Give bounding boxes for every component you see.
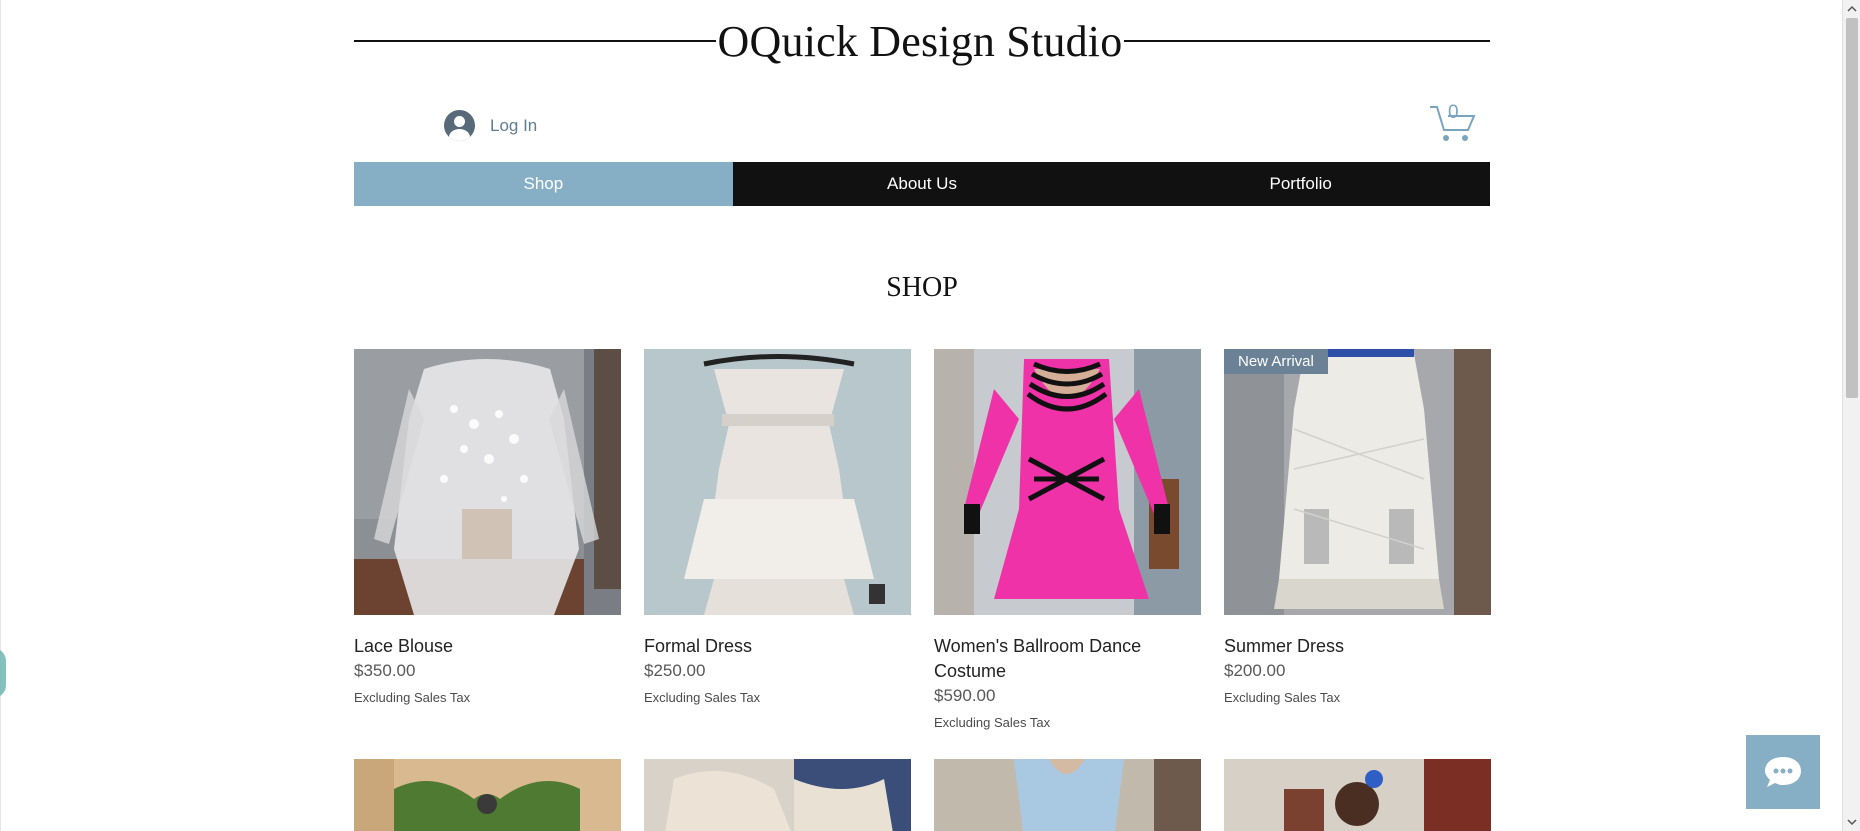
page-scrollbar[interactable] xyxy=(1842,0,1860,831)
product-card[interactable] xyxy=(354,759,621,831)
main-nav: Shop About Us Portfolio xyxy=(354,162,1490,206)
shop-heading: SHOP xyxy=(886,272,958,303)
user-avatar-icon xyxy=(444,110,475,141)
site-title[interactable]: OQuick Design Studio xyxy=(716,16,1124,67)
product-tax-note: Excluding Sales Tax xyxy=(1224,690,1341,705)
product-card[interactable] xyxy=(644,759,911,831)
left-edge-border xyxy=(0,0,1,831)
product-card[interactable]: Women's Ballroom Dance Costume $590.00 E… xyxy=(934,349,1201,730)
nav-item-about-us[interactable]: About Us xyxy=(733,162,1112,206)
product-price: $250.00 xyxy=(644,661,706,680)
title-rule-left xyxy=(354,40,716,42)
title-rule-right xyxy=(1124,40,1490,42)
product-name[interactable]: Women's Ballroom Dance Costume xyxy=(934,634,1201,684)
site-header: OQuick Design Studio xyxy=(354,16,1490,78)
chat-bubble-icon xyxy=(1765,757,1801,787)
product-image[interactable] xyxy=(1224,759,1491,831)
login-label: Log In xyxy=(490,115,538,135)
scroll-thumb[interactable] xyxy=(1846,18,1858,398)
product-name[interactable]: Lace Blouse xyxy=(354,634,621,659)
login-button[interactable]: Log In xyxy=(444,110,537,141)
product-image-lace-blouse[interactable] xyxy=(354,349,621,615)
product-card[interactable]: New Arrival Summer Dress $200.00 Excludi… xyxy=(1224,349,1491,705)
product-price: $200.00 xyxy=(1224,661,1286,680)
scroll-down-arrow-icon[interactable] xyxy=(1847,817,1857,827)
product-price: $350.00 xyxy=(354,661,416,680)
nav-item-shop[interactable]: Shop xyxy=(354,162,733,206)
page: OQuick Design Studio Log In 0 Shop About… xyxy=(0,0,1860,831)
cart-count: 0 xyxy=(1448,102,1459,123)
product-image[interactable] xyxy=(934,759,1201,831)
product-tax-note: Excluding Sales Tax xyxy=(644,690,761,705)
product-card[interactable]: Lace Blouse $350.00 Excluding Sales Tax xyxy=(354,349,621,705)
product-tax-note: Excluding Sales Tax xyxy=(354,690,471,705)
chat-button[interactable] xyxy=(1746,735,1820,809)
product-card[interactable]: Formal Dress $250.00 Excluding Sales Tax xyxy=(644,349,911,705)
nav-item-portfolio[interactable]: Portfolio xyxy=(1111,162,1490,206)
scroll-up-arrow-icon[interactable] xyxy=(1847,4,1857,14)
product-card[interactable] xyxy=(1224,759,1491,831)
product-card[interactable] xyxy=(934,759,1201,831)
product-image-ballroom-costume[interactable] xyxy=(934,349,1201,615)
new-arrival-badge: New Arrival xyxy=(1224,349,1328,374)
product-tax-note: Excluding Sales Tax xyxy=(934,715,1051,730)
product-image-summer-dress[interactable]: New Arrival xyxy=(1224,349,1491,615)
product-price: $590.00 xyxy=(934,686,996,705)
side-widget-tab[interactable] xyxy=(0,648,6,698)
product-image[interactable] xyxy=(354,759,621,831)
product-name[interactable]: Formal Dress xyxy=(644,634,911,659)
cart-button[interactable]: 0 xyxy=(1428,102,1476,144)
product-name[interactable]: Summer Dress xyxy=(1224,634,1491,659)
product-image-formal-dress[interactable] xyxy=(644,349,911,615)
product-image[interactable] xyxy=(644,759,911,831)
